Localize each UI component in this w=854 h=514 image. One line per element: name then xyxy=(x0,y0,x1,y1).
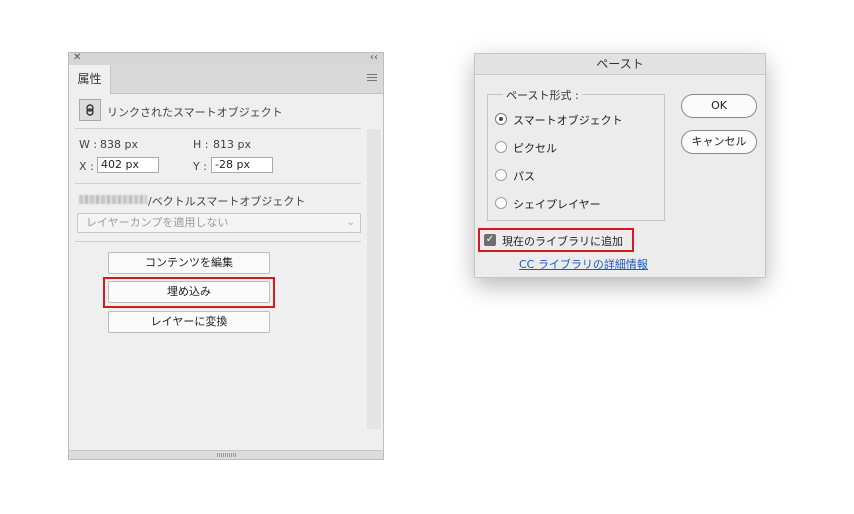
embed-highlight xyxy=(103,277,275,308)
panel-tab-row: 属性 xyxy=(69,65,383,94)
divider xyxy=(75,128,361,129)
checkmark-icon[interactable]: ✓ xyxy=(484,234,496,246)
divider xyxy=(75,183,361,184)
collapse-icon[interactable]: ‹‹ xyxy=(370,51,378,65)
height-label: H : xyxy=(193,138,209,151)
width-value: 838 px xyxy=(100,138,138,151)
radio-label: スマートオブジェクト xyxy=(513,114,623,127)
divider xyxy=(75,241,361,242)
vector-smart-object-label: /ベクトルスマートオブジェクト xyxy=(148,195,306,208)
layer-comp-placeholder: レイヤーカンプを適用しない xyxy=(86,216,229,229)
dialog-title: ペースト xyxy=(475,54,765,75)
x-position-input[interactable]: 402 px xyxy=(97,157,159,173)
radio-label: パス xyxy=(513,170,535,183)
radio-icon[interactable] xyxy=(495,197,507,209)
layer-comp-select[interactable]: レイヤーカンプを適用しない ⌄ xyxy=(77,213,361,233)
y-label: Y : xyxy=(193,160,207,173)
add-to-library-label: 現在のライブラリに追加 xyxy=(502,235,623,248)
convert-to-layers-button[interactable]: レイヤーに変換 xyxy=(108,311,270,333)
resize-grip-icon[interactable] xyxy=(217,453,237,457)
radio-icon[interactable] xyxy=(495,169,507,181)
radio-icon[interactable] xyxy=(495,141,507,153)
y-position-input[interactable]: -28 px xyxy=(211,157,273,173)
radio-selected-icon[interactable] xyxy=(495,113,507,125)
layer-type-row: リンクされたスマートオブジェクト xyxy=(79,99,373,123)
close-icon[interactable]: ✕ xyxy=(73,51,81,65)
panel-resize-bar[interactable] xyxy=(69,450,383,459)
layer-type-label: リンクされたスマートオブジェクト xyxy=(107,106,283,119)
tab-properties[interactable]: 属性 xyxy=(69,65,111,94)
chevron-down-icon: ⌄ xyxy=(346,217,355,228)
height-value: 813 px xyxy=(213,138,251,151)
blurred-file-name xyxy=(79,195,147,204)
panel-menu-icon[interactable] xyxy=(367,74,377,83)
ok-button[interactable]: OK xyxy=(681,94,757,118)
properties-panel: ✕ ‹‹ 属性 リンクされたスマートオブジェクト W : 838 px H : … xyxy=(68,52,384,460)
radio-label: シェイプレイヤー xyxy=(513,198,601,211)
linked-smart-object-icon xyxy=(79,99,101,121)
width-label: W : xyxy=(79,138,98,151)
cancel-button[interactable]: キャンセル xyxy=(681,130,757,154)
paste-dialog: ペースト ペースト形式 : スマートオブジェクト ピクセル パス シェイプレイヤ… xyxy=(474,53,766,278)
x-label: X : xyxy=(79,160,94,173)
radio-label: ピクセル xyxy=(513,142,557,155)
scrollbar[interactable] xyxy=(367,129,381,429)
cc-libraries-link[interactable]: CC ライブラリの詳細情報 xyxy=(519,256,648,272)
paste-format-legend: ペースト形式 : xyxy=(503,87,582,103)
edit-contents-button[interactable]: コンテンツを編集 xyxy=(108,252,270,274)
